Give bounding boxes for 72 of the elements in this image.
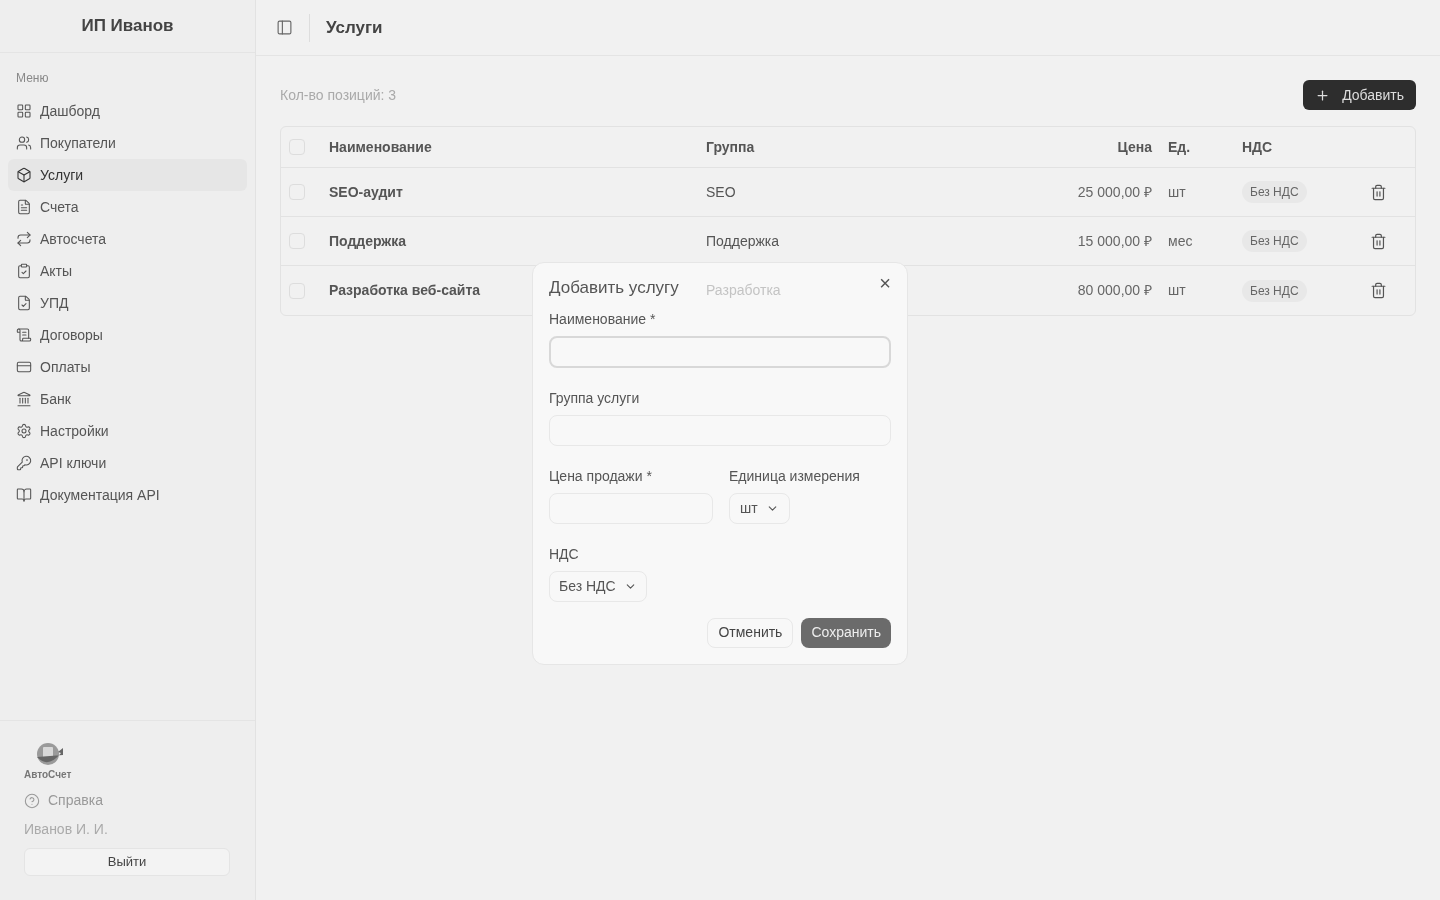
book-icon <box>16 487 32 503</box>
save-button[interactable]: Сохранить <box>801 617 891 648</box>
logo-icon <box>34 741 64 767</box>
sidebar-toggle-icon[interactable] <box>276 19 293 36</box>
dialog-title: Добавить услугу <box>549 277 679 299</box>
sidebar-item[interactable]: Банк <box>8 383 247 415</box>
logo-text: АвтоСчет <box>24 768 72 782</box>
vat-badge: Без НДС <box>1242 181 1307 203</box>
sidebar-item[interactable]: Счета <box>8 191 247 223</box>
sidebar-item[interactable]: Дашборд <box>8 95 247 127</box>
sidebar-item[interactable]: Документация API <box>8 479 247 511</box>
bank-icon <box>16 391 32 407</box>
field-label: Единица измерения <box>729 466 860 486</box>
table-cell-text: мес <box>1167 231 1193 251</box>
table-cell-text: 25 000,00 ₽ <box>1077 182 1153 202</box>
box-icon <box>16 167 32 183</box>
field-label: Наименование * <box>549 309 657 329</box>
table-cell-text: 80 000,00 ₽ <box>1077 281 1153 300</box>
cancel-button[interactable]: Отменить <box>707 617 794 648</box>
document-icon <box>16 199 32 215</box>
field-label: Цена продажи * <box>549 466 653 486</box>
field-label: НДС <box>549 544 580 564</box>
sidebar-item[interactable]: Акты <box>8 255 247 287</box>
plus-icon <box>1315 87 1331 103</box>
page-title: Услуги <box>326 16 383 39</box>
table-cell-text: Поддержка <box>329 231 407 251</box>
table-cell-text: SEO <box>706 182 736 202</box>
document-check-icon <box>16 295 32 311</box>
user-name: Иванов И. И. <box>24 820 109 839</box>
column-header: Ед. <box>1167 137 1191 157</box>
close-button[interactable]: × <box>879 273 891 293</box>
table-cell-text: 15 000,00 ₽ <box>1077 231 1153 251</box>
field-label: Группа услуги <box>549 388 641 408</box>
settings-icon <box>16 423 32 439</box>
delete-icon[interactable] <box>1370 282 1387 299</box>
delete-icon[interactable] <box>1370 232 1387 250</box>
column-header: Цена <box>1117 137 1153 157</box>
name-input[interactable] <box>549 335 891 368</box>
sidebar-item[interactable]: Покупатели <box>8 127 247 159</box>
add-button[interactable]: Добавить <box>1303 80 1416 110</box>
table-cell-text: Поддержка <box>706 231 780 251</box>
vat-badge: Без НДС <box>1242 230 1307 252</box>
vat-badge: Без НДС <box>1242 279 1307 302</box>
key-icon <box>16 455 32 471</box>
users-icon <box>16 135 32 151</box>
sidebar-item[interactable]: Настройки <box>8 415 247 447</box>
card-icon <box>16 359 32 375</box>
clipboard-icon <box>16 263 32 279</box>
column-header: НДС <box>1242 137 1273 157</box>
table-cell-text: шт <box>1167 182 1186 202</box>
vat-select[interactable]: Без НДС <box>549 570 647 602</box>
scroll-icon <box>16 327 32 343</box>
sidebar-item[interactable]: УПД <box>8 287 247 319</box>
column-header: Группа <box>706 137 755 157</box>
delete-icon[interactable] <box>1370 183 1387 201</box>
item-count: Кол-во позиций: 3 <box>280 85 397 105</box>
sidebar-item[interactable]: Автосчета <box>8 223 247 255</box>
section-label: Меню <box>15 70 50 87</box>
grid-icon <box>16 103 32 119</box>
table-cell-text: SEO-аудит <box>329 182 403 202</box>
sidebar-item[interactable]: Оплаты <box>8 351 247 383</box>
sidebar-item[interactable]: Услуги <box>8 159 247 191</box>
table-cell-text: Разработка веб-сайта <box>329 281 481 300</box>
help-icon <box>24 792 40 809</box>
app-title: ИП Иванов <box>81 15 174 38</box>
sidebar-item[interactable]: API ключи <box>8 447 247 479</box>
logout-button[interactable]: Выйти <box>24 848 230 876</box>
table-cell-text: шт <box>1167 281 1186 300</box>
column-header: Наименование <box>329 137 432 157</box>
arrows-icon <box>16 231 32 247</box>
unit-select[interactable]: шт <box>729 492 790 524</box>
sidebar-item[interactable]: Договоры <box>8 319 247 351</box>
